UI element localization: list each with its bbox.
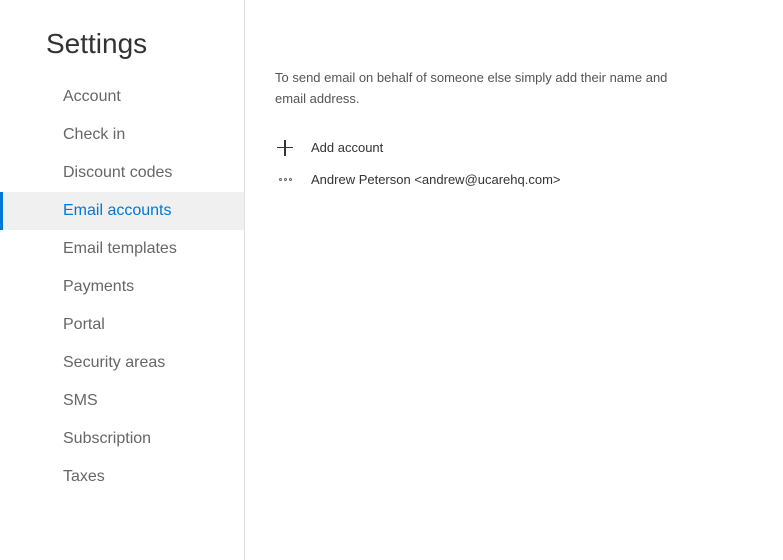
sidebar-item-label: Security areas xyxy=(63,354,165,371)
sidebar-item-security-areas[interactable]: Security areas xyxy=(0,344,244,382)
sidebar-item-label: Subscription xyxy=(63,430,151,447)
sidebar-item-label: Check in xyxy=(63,126,125,143)
sidebar-item-discount-codes[interactable]: Discount codes xyxy=(0,154,244,192)
sidebar-item-label: Taxes xyxy=(63,468,105,485)
sidebar-item-payments[interactable]: Payments xyxy=(0,268,244,306)
sidebar-item-label: Portal xyxy=(63,316,105,333)
sidebar-item-email-templates[interactable]: Email templates xyxy=(0,230,244,268)
sidebar-item-account[interactable]: Account xyxy=(0,78,244,116)
sidebar-item-email-accounts[interactable]: Email accounts xyxy=(0,192,244,230)
sidebar-item-portal[interactable]: Portal xyxy=(0,306,244,344)
plus-icon xyxy=(275,140,295,156)
main-content: To send email on behalf of someone else … xyxy=(245,0,783,560)
account-list-item: Andrew Peterson <andrew@ucarehq.com> xyxy=(275,162,753,197)
sidebar-item-check-in[interactable]: Check in xyxy=(0,116,244,154)
more-options-icon[interactable] xyxy=(275,178,295,181)
sidebar-item-taxes[interactable]: Taxes xyxy=(0,458,244,496)
sidebar-item-subscription[interactable]: Subscription xyxy=(0,420,244,458)
page-title: Settings xyxy=(0,28,244,60)
account-display: Andrew Peterson <andrew@ucarehq.com> xyxy=(311,172,561,187)
sidebar: Settings Account Check in Discount codes… xyxy=(0,0,245,560)
page-description: To send email on behalf of someone else … xyxy=(275,68,695,110)
settings-nav: Account Check in Discount codes Email ac… xyxy=(0,78,244,496)
sidebar-item-label: Email accounts xyxy=(63,202,172,219)
sidebar-item-label: Discount codes xyxy=(63,164,172,181)
sidebar-item-label: Payments xyxy=(63,278,134,295)
sidebar-item-label: Account xyxy=(63,88,121,105)
add-account-button[interactable]: Add account xyxy=(275,134,753,162)
sidebar-item-sms[interactable]: SMS xyxy=(0,382,244,420)
add-account-label: Add account xyxy=(311,140,383,155)
sidebar-item-label: SMS xyxy=(63,392,98,409)
sidebar-item-label: Email templates xyxy=(63,240,177,257)
